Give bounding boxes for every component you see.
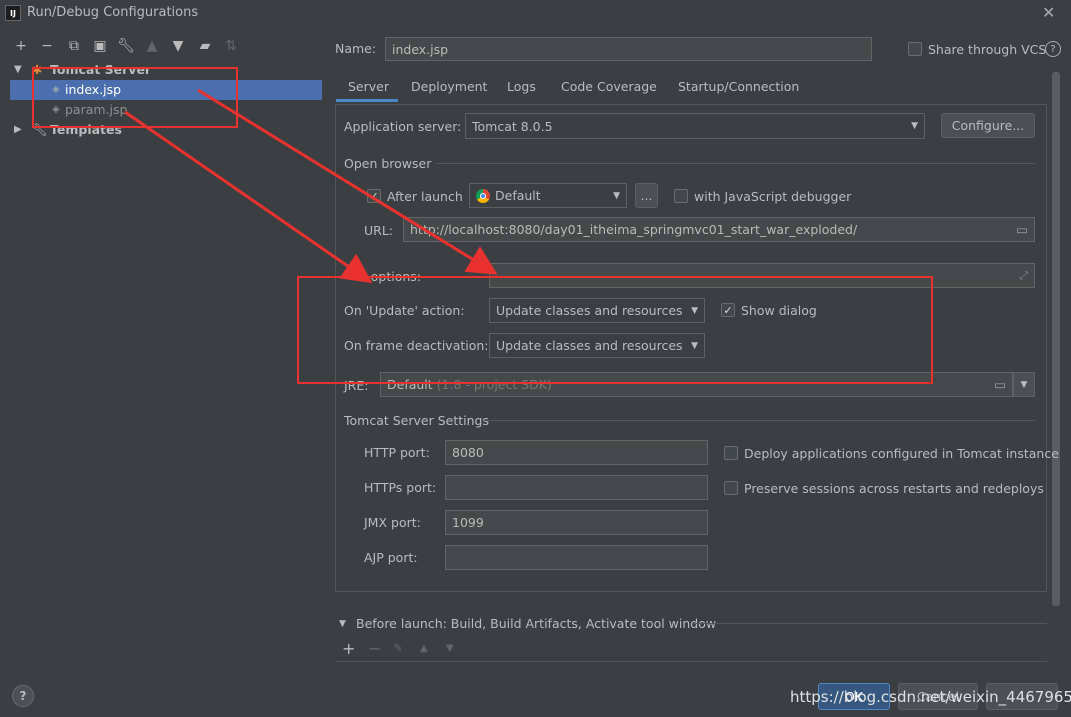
arrow-index (197, 88, 498, 275)
arrow-param (124, 110, 373, 284)
annotation-arrows (124, 88, 498, 284)
